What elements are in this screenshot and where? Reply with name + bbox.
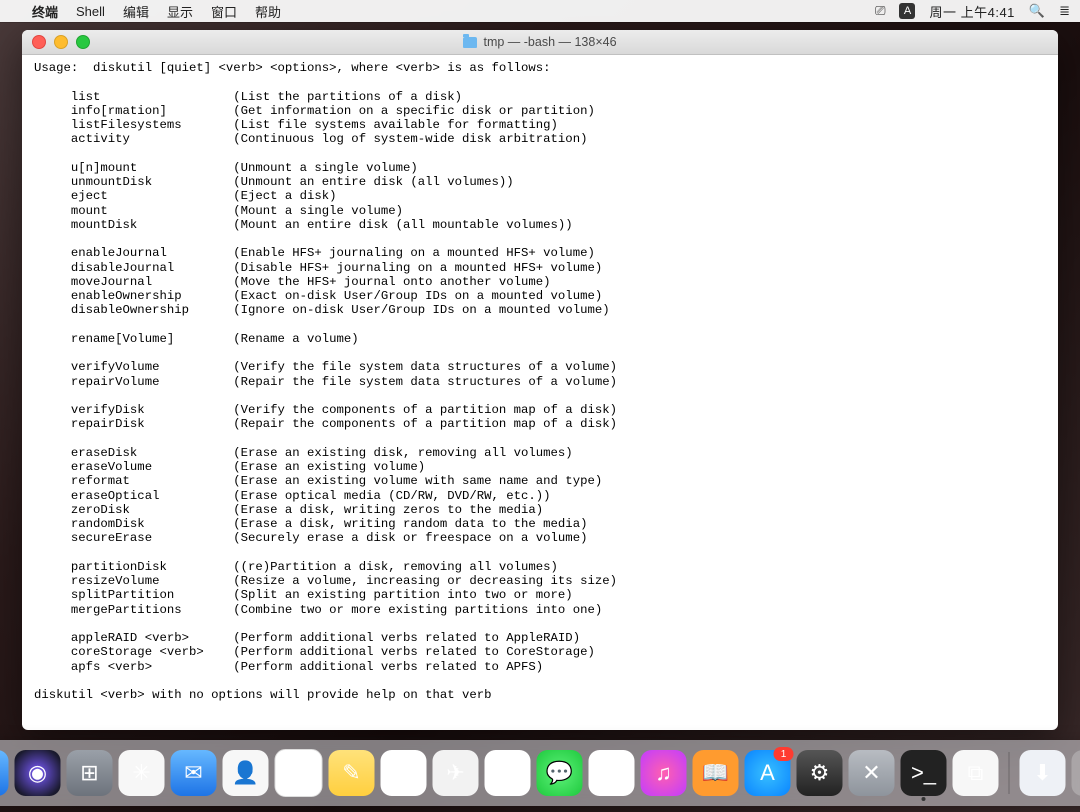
dock-photos[interactable]: ✿ (485, 750, 531, 796)
dock-separator (1009, 752, 1010, 794)
dock-activity[interactable]: ⧉ (953, 750, 999, 796)
clock[interactable]: 周一 上午4:41 (929, 2, 1014, 21)
dock: ☺◉⊞✳✉👤13✎☰✈✿💬▢♫📖A1⚙✕>_⧉ ⬇🗑 (0, 740, 1080, 806)
notifications-icon[interactable]: ≣ (1059, 3, 1070, 19)
menu-window[interactable]: 窗口 (211, 2, 237, 21)
menubar: 终端 Shell 编辑 显示 窗口 帮助 ⎚ A 周一 上午4:41 🔍 ≣ (0, 0, 1080, 22)
dock-terminal[interactable]: >_ (901, 750, 947, 796)
dock-finder[interactable]: ☺ (0, 750, 9, 796)
app-menu[interactable]: 终端 (32, 2, 58, 21)
dock-contacts[interactable]: 👤 (223, 750, 269, 796)
running-indicator (922, 797, 926, 801)
badge: 1 (774, 747, 794, 761)
dock-messages[interactable]: 💬 (537, 750, 583, 796)
menu-view[interactable]: 显示 (167, 2, 193, 21)
dock-downloads[interactable]: ⬇ (1020, 750, 1066, 796)
dock-sysprefs[interactable]: ⚙ (797, 750, 843, 796)
dock-trash[interactable]: 🗑 (1072, 750, 1080, 796)
dock-utility[interactable]: ✕ (849, 750, 895, 796)
dock-safari[interactable]: ✳ (119, 750, 165, 796)
window-title: tmp — -bash — 138×46 (483, 35, 616, 49)
dock-itunes[interactable]: ♫ (641, 750, 687, 796)
menu-help[interactable]: 帮助 (255, 2, 281, 21)
dock-mail[interactable]: ✉ (171, 750, 217, 796)
dock-calendar[interactable]: 13 (275, 749, 323, 797)
dock-notes[interactable]: ✎ (329, 750, 375, 796)
dock-launchpad[interactable]: ⊞ (67, 750, 113, 796)
dock-reminders[interactable]: ☰ (381, 750, 427, 796)
dock-appstore[interactable]: A1 (745, 750, 791, 796)
input-source-icon[interactable]: A (899, 3, 915, 19)
titlebar[interactable]: tmp — -bash — 138×46 (22, 30, 1058, 55)
dock-facetime[interactable]: ▢ (589, 750, 635, 796)
dock-maps[interactable]: ✈ (433, 750, 479, 796)
airplay-icon[interactable]: ⎚ (875, 3, 885, 19)
terminal-output[interactable]: Usage: diskutil [quiet] <verb> <options>… (22, 55, 1058, 730)
dock-siri[interactable]: ◉ (15, 750, 61, 796)
menu-shell[interactable]: Shell (76, 4, 105, 19)
menu-edit[interactable]: 编辑 (123, 2, 149, 21)
spotlight-icon[interactable]: 🔍 (1029, 3, 1045, 19)
folder-icon (463, 37, 477, 48)
dock-ibooks[interactable]: 📖 (693, 750, 739, 796)
terminal-window: tmp — -bash — 138×46 Usage: diskutil [qu… (22, 30, 1058, 730)
